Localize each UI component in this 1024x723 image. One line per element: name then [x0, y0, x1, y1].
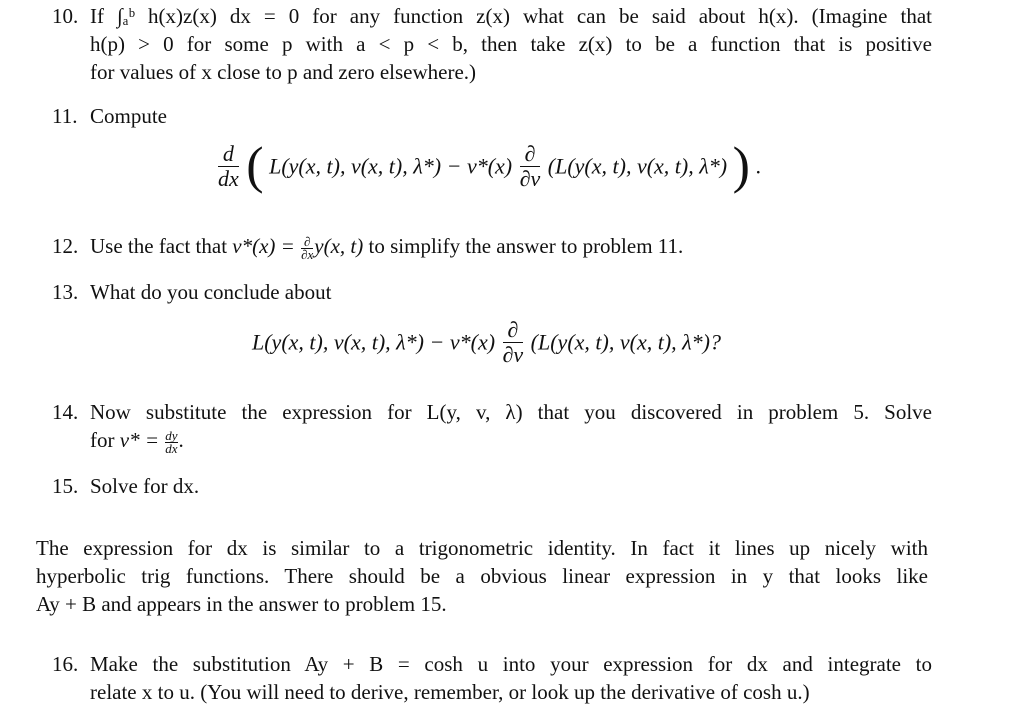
problem-number: 16. [52, 652, 79, 676]
expression-part: (L(y(x, t), v(x, t), λ*) [547, 153, 728, 179]
paragraph-line: The expression for dx is similar to a tr… [36, 536, 928, 560]
problem-text-line: What do you conclude about [90, 280, 332, 304]
problem-text-line: relate x to u. (You will need to derive,… [90, 680, 810, 704]
problem-text-line: Now substitute the expression for L(y, v… [90, 400, 932, 424]
problem-text-line: If ∫ₐᵇ h(x)z(x) dx = 0 for any function … [90, 4, 932, 28]
fraction-denominator: ∂v [519, 166, 541, 191]
problem-text-line: Compute [90, 104, 167, 128]
problem-number: 14. [52, 400, 79, 424]
display-equation-13: L(y(x, t), v(x, t), λ*) − v*(x) ∂ ∂v (L(… [252, 318, 721, 367]
fraction-numerator: ∂ [507, 317, 519, 342]
fraction-numerator: ∂ [303, 233, 311, 249]
problem-number: 13. [52, 280, 79, 304]
left-parenthesis: ( [246, 137, 264, 195]
expression-part: (L(y(x, t), v(x, t), λ*)? [530, 329, 722, 355]
expression-part: L(y(x, t), v(x, t), λ*) − v*(x) [269, 153, 513, 179]
problem-text-line: Make the substitution Ay + B = cosh u in… [90, 652, 932, 676]
fraction-denominator: ∂v [502, 342, 524, 367]
expression-part: L(y(x, t), v(x, t), λ*) − v*(x) [252, 329, 496, 355]
text: . [178, 428, 184, 452]
partial-fraction: ∂ ∂x [301, 233, 314, 262]
fraction-numerator: d [222, 141, 234, 166]
explanation-paragraph: The expression for dx is similar to a tr… [36, 534, 928, 618]
derivative-fraction: d dx [218, 142, 239, 191]
problem-number: 12. [52, 234, 79, 258]
problem-number: 15. [52, 474, 79, 498]
math: v* = [119, 428, 165, 452]
fraction-numerator: ∂ [524, 141, 536, 166]
display-equation-11: d dx ( L(y(x, t), v(x, t), λ*) − v*(x) ∂… [216, 140, 761, 192]
right-parenthesis: ) [732, 137, 750, 195]
math: v*(x) = [232, 234, 301, 258]
problem-text-line: h(p) > 0 for some p with a < p < b, then… [90, 32, 932, 56]
problem-number: 11. [52, 104, 78, 128]
period: . [755, 153, 761, 179]
text: Use the fact that [90, 234, 233, 258]
fraction-denominator: dx [218, 166, 239, 191]
paragraph-line: Ay + B and appears in the answer to prob… [36, 592, 447, 616]
fraction-denominator: dx [165, 440, 178, 456]
math: y(x, t) [314, 234, 364, 258]
problem-text-line: Solve for dx. [90, 474, 200, 498]
fraction-numerator: dy [165, 427, 178, 443]
text: for [90, 428, 120, 452]
fraction-denominator: ∂x [301, 246, 314, 262]
problem-text-line: for values of x close to p and zero else… [90, 60, 477, 84]
partial-fraction: ∂ ∂v [519, 141, 541, 191]
partial-fraction: ∂ ∂v [502, 317, 524, 367]
problem-number: 10. [52, 4, 79, 28]
paragraph-line: hyperbolic trig functions. There should … [36, 564, 928, 588]
problem-text-line: for v* = dy dx. [90, 426, 932, 455]
derivative-fraction: dy dx [165, 427, 178, 456]
text: to simplify the answer to problem 11. [363, 234, 684, 258]
